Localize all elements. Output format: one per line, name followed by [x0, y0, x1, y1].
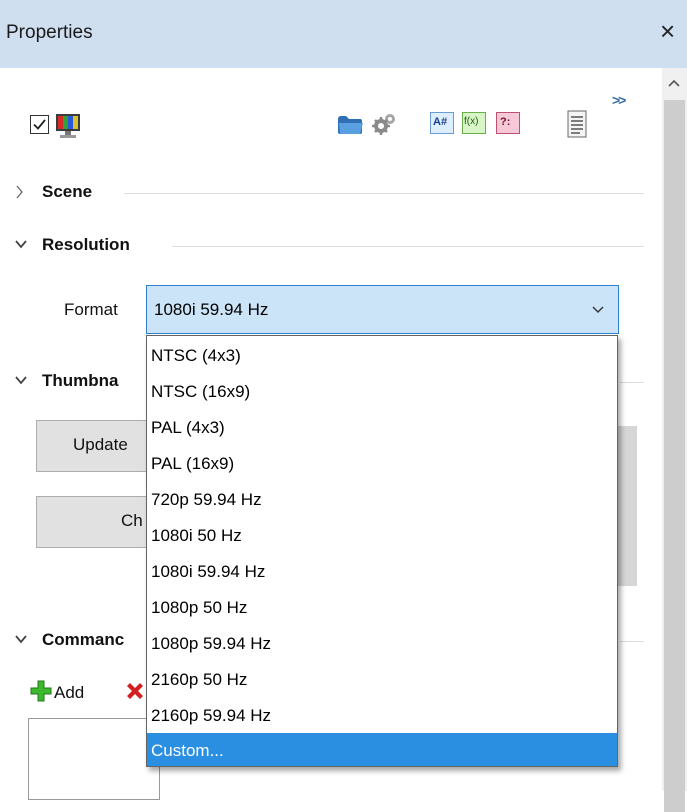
section-divider — [124, 193, 644, 194]
chevron-right-icon[interactable] — [14, 184, 26, 200]
font-icon-label: A# — [433, 116, 448, 128]
format-label: Format — [64, 300, 118, 319]
update-button-label: Update — [73, 435, 128, 454]
section-divider — [620, 641, 644, 642]
ternary-icon-label: ?: — [500, 116, 511, 128]
section-thumbnail-title[interactable]: Thumbna — [42, 371, 119, 391]
section-divider — [620, 382, 644, 383]
change-button-label: Ch — [121, 511, 143, 530]
format-option[interactable]: PAL (16x9) — [147, 446, 617, 482]
add-icon[interactable] — [30, 680, 52, 702]
section-scene-title[interactable]: Scene — [42, 182, 92, 202]
format-option[interactable]: 1080i 50 Hz — [147, 518, 617, 554]
scroll-up-icon[interactable] — [667, 78, 681, 88]
add-command-button[interactable]: Add — [54, 683, 84, 703]
chevron-down-icon[interactable] — [591, 304, 605, 314]
section-resolution-title[interactable]: Resolution — [42, 235, 130, 255]
option-label: 2160p 59.94 Hz — [151, 706, 272, 725]
option-label: 1080i 59.94 Hz — [151, 562, 266, 581]
format-select[interactable]: 1080i 59.94 Hz — [146, 285, 619, 334]
format-option[interactable]: 2160p 50 Hz — [147, 662, 617, 698]
ternary-icon[interactable]: ?: — [496, 112, 520, 134]
commands-list[interactable] — [28, 718, 160, 800]
document-icon[interactable] — [566, 110, 588, 138]
chevron-down-icon[interactable] — [14, 633, 28, 645]
monitor-icon[interactable] — [54, 113, 84, 139]
section-divider — [172, 246, 644, 247]
format-option[interactable]: PAL (4x3) — [147, 410, 617, 446]
format-selected-value: 1080i 59.94 Hz — [154, 300, 269, 319]
option-label: NTSC (4x3) — [151, 346, 241, 365]
folder-icon[interactable] — [336, 111, 364, 137]
option-label: NTSC (16x9) — [151, 382, 251, 401]
format-option[interactable]: NTSC (16x9) — [147, 374, 617, 410]
option-label: Custom... — [151, 741, 224, 760]
option-label: PAL (16x9) — [151, 454, 235, 473]
format-dropdown-list[interactable]: NTSC (4x3) NTSC (16x9) PAL (4x3) PAL (16… — [146, 335, 618, 767]
fx-icon[interactable]: f(x) — [462, 112, 486, 134]
window-title: Properties — [6, 22, 93, 43]
option-label: PAL (4x3) — [151, 418, 225, 437]
format-option-highlighted[interactable]: Custom... — [147, 733, 617, 766]
expand-toolbar-icon[interactable]: >> — [612, 92, 626, 108]
format-option[interactable]: 1080i 59.94 Hz — [147, 554, 617, 590]
format-option[interactable]: NTSC (4x3) — [147, 338, 617, 374]
format-option[interactable]: 1080p 50 Hz — [147, 590, 617, 626]
enable-checkbox[interactable] — [30, 115, 49, 134]
close-icon[interactable]: × — [660, 18, 675, 44]
format-option[interactable]: 1080p 59.94 Hz — [147, 626, 617, 662]
option-label: 720p 59.94 Hz — [151, 490, 262, 509]
option-label: 1080p 59.94 Hz — [151, 634, 272, 653]
title-bar: Properties × — [0, 0, 687, 68]
vertical-scrollbar[interactable] — [662, 68, 687, 812]
format-option[interactable]: 720p 59.94 Hz — [147, 482, 617, 518]
gears-icon[interactable] — [370, 111, 398, 137]
chevron-down-icon[interactable] — [14, 238, 28, 250]
format-option[interactable]: 2160p 59.94 Hz — [147, 698, 617, 734]
change-thumbnail-button[interactable]: Ch — [36, 496, 156, 548]
option-label: 2160p 50 Hz — [151, 670, 248, 689]
chevron-down-icon[interactable] — [14, 374, 28, 386]
option-label: 1080p 50 Hz — [151, 598, 248, 617]
scrollbar-thumb[interactable] — [664, 100, 685, 812]
font-a-icon[interactable]: A# — [430, 112, 454, 134]
fx-icon-label: f(x) — [464, 116, 479, 127]
delete-icon[interactable] — [124, 680, 146, 702]
option-label: 1080i 50 Hz — [151, 526, 242, 545]
update-thumbnail-button[interactable]: Update — [36, 420, 156, 472]
section-commands-title[interactable]: Commanc — [42, 630, 124, 650]
